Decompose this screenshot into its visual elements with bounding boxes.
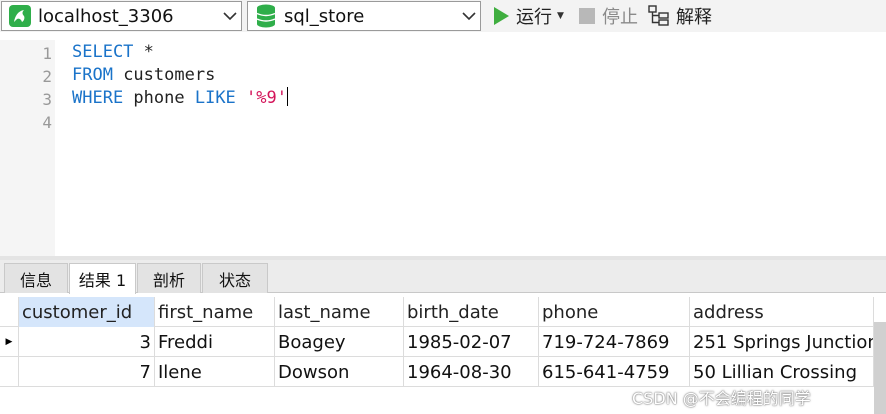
grid-header-row: customer_id first_name last_name birth_d… xyxy=(0,297,886,327)
line-number: 2 xyxy=(42,67,52,86)
tab-info[interactable]: 信息 xyxy=(4,263,68,293)
stop-icon xyxy=(578,7,596,25)
table-cell[interactable]: 1985-02-07 xyxy=(404,327,539,357)
run-button[interactable]: 运行 ▼ xyxy=(492,2,564,30)
line-number: 4 xyxy=(42,113,52,132)
code-line-1: SELECT * xyxy=(72,41,154,64)
chevron-down-icon[interactable] xyxy=(219,2,241,30)
table-cell[interactable]: Ilene xyxy=(155,357,275,387)
database-select[interactable]: sql_store xyxy=(247,1,481,31)
connection-label: localhost_3306 xyxy=(38,5,174,27)
table-cell[interactable]: 615-641-4759 xyxy=(539,357,690,387)
sql-text: phone xyxy=(123,88,195,108)
code-line-3: WHERE phone LIKE '%9' xyxy=(72,87,288,110)
table-cell[interactable]: 1964-08-30 xyxy=(404,357,539,387)
sql-string: '%9' xyxy=(246,88,287,108)
play-icon xyxy=(492,6,510,26)
code-line-2: FROM customers xyxy=(72,64,215,87)
tab-result-1[interactable]: 结果 1 xyxy=(69,263,136,294)
sql-text: * xyxy=(133,42,154,62)
sql-editor[interactable]: 1 2 3 4 SELECT * FROM customers WHERE ph… xyxy=(0,40,886,256)
column-header[interactable]: first_name xyxy=(155,297,275,327)
toolbar: localhost_3306 sql_store 运行 ▼ 停止 解释 xyxy=(0,0,886,32)
table-cell[interactable]: Boagey xyxy=(275,327,404,357)
table-cell[interactable]: Freddi xyxy=(155,327,275,357)
table-cell[interactable]: 7 xyxy=(19,357,155,387)
table-cell[interactable]: 3 xyxy=(19,327,155,357)
sql-keyword: SELECT xyxy=(72,42,134,62)
column-header[interactable]: last_name xyxy=(275,297,404,327)
line-number: 1 xyxy=(42,44,52,63)
watermark: CSDN @不会编程的同学 xyxy=(632,389,811,408)
connection-select[interactable]: localhost_3306 xyxy=(1,1,242,31)
stop-label: 停止 xyxy=(602,7,638,28)
explain-label: 解释 xyxy=(676,7,712,28)
column-header[interactable]: phone xyxy=(539,297,690,327)
tab-profile[interactable]: 剖析 xyxy=(137,263,201,293)
column-header[interactable]: address xyxy=(690,297,874,327)
line-number-gutter: 1 2 3 4 xyxy=(0,40,55,256)
explain-button[interactable]: 解释 xyxy=(648,2,712,30)
line-number: 3 xyxy=(42,90,52,109)
vertical-scrollbar[interactable] xyxy=(874,322,886,414)
table-cell[interactable]: 50 Lillian Crossing xyxy=(690,357,874,387)
tab-status[interactable]: 状态 xyxy=(202,263,268,293)
header-corner xyxy=(0,297,19,327)
run-label: 运行 xyxy=(516,7,552,28)
table-cell[interactable]: Dowson xyxy=(275,357,404,387)
text-cursor xyxy=(287,87,288,106)
row-marker xyxy=(0,357,19,387)
mysql-dolphin-icon xyxy=(8,4,32,28)
column-header[interactable]: birth_date xyxy=(404,297,539,327)
sql-keyword: LIKE xyxy=(194,88,236,108)
sql-text: customers xyxy=(112,65,216,85)
result-tabs: 信息 结果 1 剖析 状态 xyxy=(0,260,886,294)
table-row[interactable]: 7 Ilene Dowson 1964-08-30 615-641-4759 5… xyxy=(0,357,886,387)
current-row-marker-icon: ▶ xyxy=(0,327,19,357)
database-icon xyxy=(254,4,278,28)
chevron-down-icon[interactable] xyxy=(458,2,480,30)
table-row[interactable]: ▶ 3 Freddi Boagey 1985-02-07 719-724-786… xyxy=(0,327,886,357)
caret-down-icon[interactable]: ▼ xyxy=(557,11,564,21)
column-header[interactable]: customer_id xyxy=(19,297,155,327)
sql-keyword: WHERE xyxy=(72,88,124,108)
table-cell[interactable]: 719-724-7869 xyxy=(539,327,690,357)
table-cell[interactable]: 251 Springs Junction xyxy=(690,327,874,357)
sql-keyword: FROM xyxy=(72,65,113,85)
explain-icon xyxy=(648,5,670,27)
database-label: sql_store xyxy=(284,5,365,27)
stop-button[interactable]: 停止 xyxy=(578,2,638,30)
